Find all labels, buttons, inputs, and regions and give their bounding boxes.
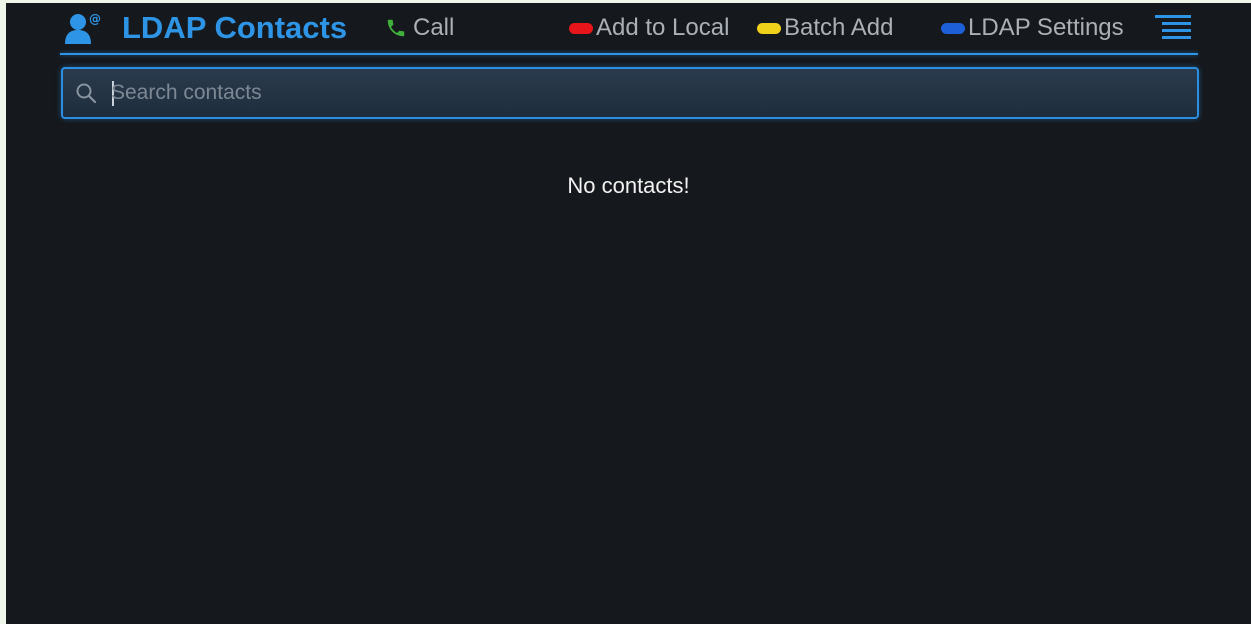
add-to-local-softkey[interactable]: Add to Local (569, 14, 729, 42)
ldap-settings-softkey[interactable]: LDAP Settings (941, 14, 1124, 42)
call-softkey[interactable]: Call (385, 14, 454, 42)
yellow-key-indicator (757, 22, 781, 34)
menu-lines-icon[interactable] (1155, 14, 1191, 42)
red-key-indicator (569, 22, 593, 34)
page-title: LDAP Contacts (122, 10, 348, 45)
phone-icon (387, 19, 405, 37)
header-divider (60, 53, 1198, 55)
empty-state-message: No contacts! (567, 173, 690, 198)
add-to-local-label: Add to Local (596, 14, 730, 41)
search-bar[interactable] (61, 67, 1199, 119)
batch-add-label: Batch Add (784, 14, 894, 41)
ldap-settings-label: LDAP Settings (968, 14, 1124, 41)
batch-add-softkey[interactable]: Batch Add (757, 14, 893, 42)
svg-text:@: @ (89, 12, 101, 26)
search-icon (76, 83, 97, 104)
contact-at-icon: @ (65, 12, 101, 44)
title-bar: @ LDAP Contacts Call Add to Local Batch … (6, 3, 1251, 53)
ldap-contacts-screen: @ LDAP Contacts Call Add to Local Batch … (6, 3, 1251, 624)
blue-key-indicator (941, 22, 965, 34)
search-input[interactable] (111, 69, 1181, 117)
call-label: Call (413, 14, 455, 41)
